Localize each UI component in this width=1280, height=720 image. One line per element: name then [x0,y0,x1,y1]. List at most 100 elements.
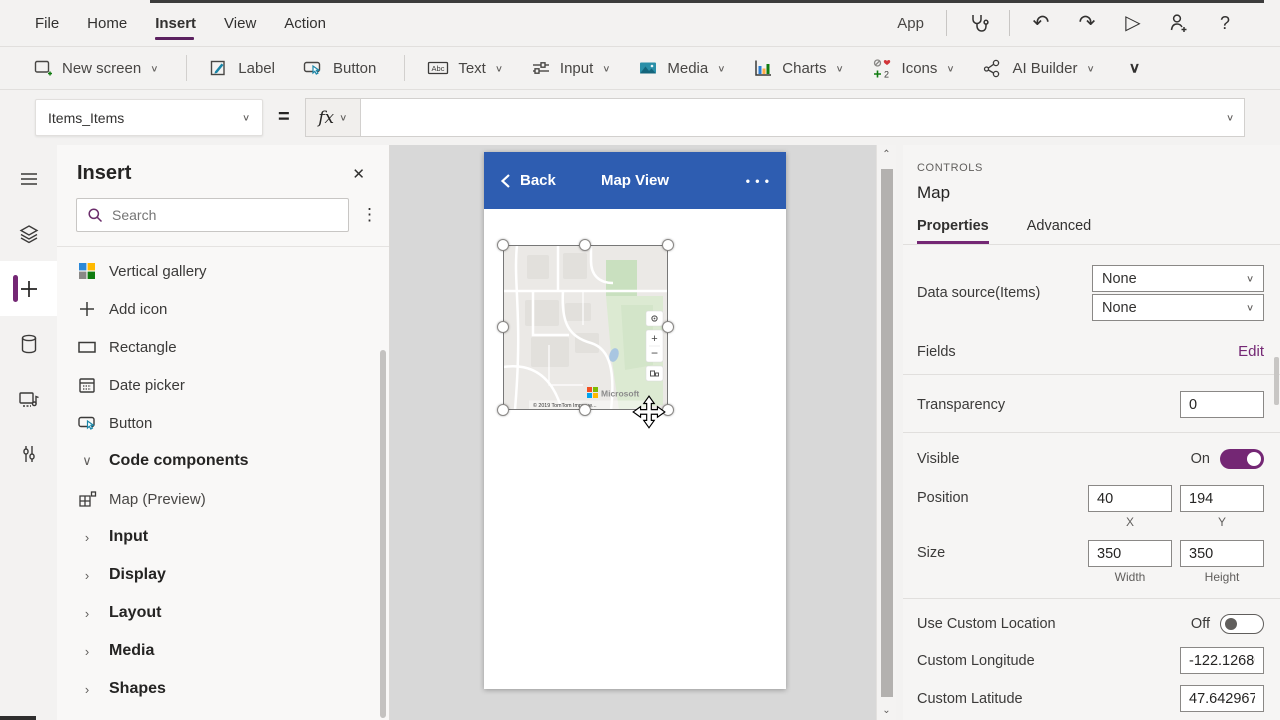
ribbon-media[interactable]: Media ∨ [638,58,725,78]
size-label: Size [917,540,1088,561]
ribbon-label: Button [333,60,376,77]
insert-rail-icon[interactable] [0,261,57,316]
insert-category-shapes[interactable]: › Shapes [57,670,389,708]
position-y-input[interactable] [1180,485,1264,512]
menu-action[interactable]: Action [284,0,326,46]
zoom-out-button[interactable]: − [651,346,658,360]
properties-panel-scrollbar[interactable] [1274,357,1279,405]
chevron-down-icon[interactable]: ∨ [1226,112,1244,122]
ribbon-input[interactable]: Input ∨ [531,58,610,78]
svg-text:Abc: Abc [432,64,445,73]
insert-category-label: Display [109,566,166,584]
custom-longitude-input[interactable] [1180,647,1264,674]
insert-category-label: Input [109,528,148,546]
tab-advanced[interactable]: Advanced [1027,218,1092,244]
ribbon-text[interactable]: Abc Text ∨ [427,58,503,78]
scroll-up-icon[interactable]: ⌃ [877,149,896,160]
resize-handle-middle-left[interactable] [497,321,509,333]
media-rail-icon[interactable] [0,371,57,426]
visible-toggle[interactable] [1220,449,1264,469]
insert-category-layout[interactable]: › Layout [57,594,389,632]
ribbon-charts[interactable]: Charts ∨ [753,58,843,78]
fx-dropdown-button[interactable]: fx ∨ [305,98,361,137]
insert-category-display[interactable]: › Display [57,556,389,594]
position-x-input[interactable] [1088,485,1172,512]
menu-view[interactable]: View [224,0,256,46]
kebab-menu-icon[interactable]: ⋮ [361,205,375,225]
fields-edit-link[interactable]: Edit [1238,343,1264,360]
menu-file[interactable]: File [35,0,59,46]
formula-input[interactable] [361,99,1226,136]
ribbon-new-screen[interactable]: New screen ∨ [33,58,158,78]
chevron-right-icon: › [76,644,98,659]
control-selector-dropdown[interactable]: Items_Items ∨ [35,99,263,136]
size-height-input[interactable] [1180,540,1264,567]
ribbon-ai-builder[interactable]: AI Builder ∨ [982,58,1094,79]
menu-bar: File Home Insert View Action App ↶ ↷ ▷ ? [0,0,1280,47]
ribbon-overflow-chevron-icon[interactable]: ∨ [1129,59,1141,77]
map-zoom-controls[interactable]: + − [646,311,663,381]
back-button[interactable]: Back [500,172,556,189]
insert-list: Vertical gallery Add icon Rectangle Date [57,247,389,708]
insert-item-rectangle[interactable]: Rectangle [57,328,389,366]
search-input[interactable] [112,207,338,223]
preview-play-icon[interactable]: ▷ [1110,13,1156,33]
resize-handle-bottom-middle[interactable] [579,404,591,416]
custom-latitude-input[interactable] [1180,685,1264,712]
insert-item-map-preview[interactable]: Map (Preview) [57,480,389,518]
ribbon-icons[interactable]: 2 Icons ∨ [872,58,955,79]
ribbon-label: New screen [62,60,141,77]
resize-handle-bottom-right[interactable] [662,404,674,416]
scroll-down-icon[interactable]: ⌄ [877,705,896,716]
ribbon-button-btn[interactable]: Button [303,58,376,78]
menu-items: File Home Insert View Action [0,0,354,46]
size-width-input[interactable] [1088,540,1172,567]
text-abc-icon: Abc [427,58,449,78]
data-source-dropdown-1[interactable]: None ∨ [1092,265,1264,292]
chevron-down-icon: ∨ [242,112,250,122]
resize-handle-top-middle[interactable] [579,239,591,251]
ribbon-label-btn[interactable]: Label [209,58,275,78]
insert-category-media[interactable]: › Media [57,632,389,670]
redo-icon[interactable]: ↷ [1064,13,1110,33]
tab-properties[interactable]: Properties [917,218,989,244]
resize-handle-middle-right[interactable] [662,321,674,333]
app-checker-icon[interactable] [955,12,1001,34]
undo-icon[interactable]: ↶ [1018,13,1064,33]
map-control[interactable]: + − Microsoft © 2019 TomTom Improve... [503,245,668,410]
insert-item-vertical-gallery[interactable]: Vertical gallery [57,252,389,290]
scrollbar-thumb[interactable] [881,169,893,697]
insert-item-button[interactable]: Button [57,404,389,442]
zoom-in-button[interactable]: + [651,333,657,345]
advanced-tools-icon[interactable] [0,426,57,481]
resize-handle-bottom-left[interactable] [497,404,509,416]
data-source-dropdown-2[interactable]: None ∨ [1092,294,1264,321]
fields-label: Fields [917,344,1238,360]
insert-panel-scrollbar[interactable] [380,350,386,718]
selected-value: None [1102,271,1137,287]
hamburger-menu-icon[interactable] [0,151,57,206]
search-box[interactable] [76,198,349,232]
chevron-down-icon: ∨ [1246,302,1254,312]
transparency-input[interactable] [1180,391,1264,418]
menu-home[interactable]: Home [87,0,127,46]
use-custom-location-toggle[interactable] [1220,614,1264,634]
canvas-scrollbar[interactable]: ⌃ ⌄ [876,145,896,720]
close-icon[interactable]: ✕ [352,165,365,183]
menu-insert[interactable]: Insert [155,0,196,46]
insert-category-code-components[interactable]: ∨ Code components [57,442,389,480]
help-icon[interactable]: ? [1202,14,1248,32]
share-add-person-icon[interactable] [1156,12,1202,34]
resize-handle-top-right[interactable] [662,239,674,251]
insert-item-date-picker[interactable]: Date picker [57,366,389,404]
chevron-down-icon: ∨ [1087,63,1095,73]
ribbon-label: Text [458,60,486,77]
insert-item-add-icon[interactable]: Add icon [57,290,389,328]
resize-handle-top-left[interactable] [497,239,509,251]
tree-view-layers-icon[interactable] [0,206,57,261]
height-caption: Height [1205,570,1240,584]
insert-category-input[interactable]: › Input [57,518,389,556]
phone-screen[interactable]: Map View Back • • • [484,152,786,689]
ellipsis-menu-icon[interactable]: • • • [746,174,770,188]
data-sources-icon[interactable] [0,316,57,371]
